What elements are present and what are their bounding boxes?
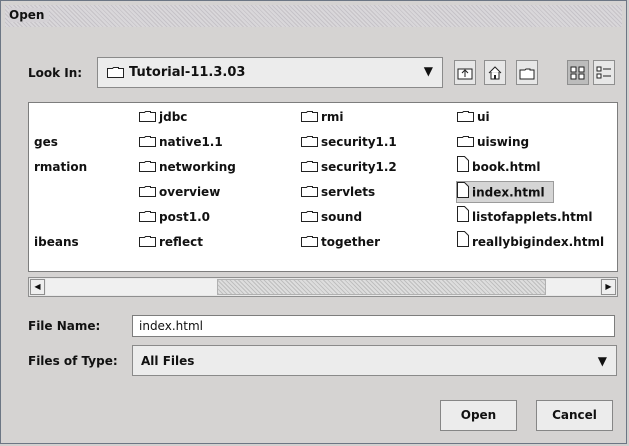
list-item[interactable]: book.html	[457, 156, 541, 178]
folder-icon	[301, 107, 318, 129]
file-icon	[457, 182, 469, 204]
list-item[interactable]: native1.1	[139, 131, 223, 153]
folder-icon	[301, 207, 318, 229]
open-dialog: Open Look In: Tutorial-11.3.03 ▼ ges rma…	[0, 0, 627, 444]
list-item[interactable]: sound	[301, 206, 362, 228]
list-item[interactable]: together	[301, 231, 380, 253]
folder-icon	[139, 232, 156, 254]
list-item[interactable]: rmi	[301, 106, 344, 128]
details-view-button[interactable]	[593, 60, 615, 85]
list-item[interactable]: ibeans	[34, 231, 79, 253]
list-item[interactable]: ges	[34, 131, 58, 153]
list-item[interactable]: ui	[457, 106, 490, 128]
up-folder-button[interactable]	[454, 60, 476, 85]
list-item[interactable]: security1.2	[301, 156, 397, 178]
title-bar[interactable]: Open	[5, 5, 622, 27]
file-icon	[457, 206, 469, 229]
folder-icon	[139, 107, 156, 129]
scroll-thumb[interactable]	[217, 279, 546, 295]
file-icon	[457, 231, 469, 254]
folder-icon	[301, 182, 318, 204]
look-in-label: Look In:	[28, 66, 83, 80]
home-button[interactable]	[484, 60, 506, 85]
file-name-input[interactable]: index.html	[132, 315, 615, 337]
folder-icon	[139, 157, 156, 179]
look-in-value: Tutorial-11.3.03	[129, 65, 246, 80]
look-in-combo[interactable]: Tutorial-11.3.03 ▼	[97, 57, 443, 88]
file-list[interactable]: ges rmation ibeans jdbc native1.1 networ…	[28, 102, 618, 272]
details-view-icon	[596, 66, 611, 78]
files-of-type-select[interactable]: All Files ▼	[132, 345, 617, 376]
list-item[interactable]: jdbc	[139, 106, 187, 128]
file-icon	[457, 156, 469, 179]
folder-icon	[457, 107, 474, 129]
new-folder-icon	[519, 68, 535, 79]
horizontal-scrollbar[interactable]: ◀ ▶	[28, 277, 618, 297]
dropdown-arrow-icon[interactable]: ▼	[424, 64, 433, 78]
list-item[interactable]: networking	[139, 156, 236, 178]
list-view-icon	[570, 66, 585, 79]
open-button[interactable]: Open	[440, 400, 517, 431]
cancel-button[interactable]: Cancel	[536, 400, 613, 431]
list-item[interactable]: reallybigindex.html	[457, 231, 604, 253]
folder-icon	[457, 132, 474, 154]
dialog-title: Open	[9, 8, 50, 22]
list-item-selected[interactable]: index.html	[456, 181, 554, 203]
list-item[interactable]: rmation	[34, 156, 87, 178]
folder-icon	[139, 207, 156, 229]
list-item[interactable]: uiswing	[457, 131, 529, 153]
folder-icon	[139, 182, 156, 204]
folder-icon	[301, 132, 318, 154]
scroll-right-button[interactable]: ▶	[601, 279, 616, 295]
home-icon	[488, 65, 502, 79]
list-item[interactable]: servlets	[301, 181, 375, 203]
list-item[interactable]: security1.1	[301, 131, 397, 153]
scroll-left-button[interactable]: ◀	[30, 279, 45, 295]
folder-icon	[107, 66, 124, 81]
folder-icon	[139, 132, 156, 154]
files-of-type-value: All Files	[141, 354, 195, 368]
dropdown-arrow-icon[interactable]: ▼	[598, 354, 607, 368]
folder-icon	[301, 232, 318, 254]
list-item[interactable]: reflect	[139, 231, 203, 253]
folder-icon	[301, 157, 318, 179]
list-item[interactable]: post1.0	[139, 206, 210, 228]
up-folder-icon	[457, 68, 473, 79]
list-item[interactable]: listofapplets.html	[457, 206, 592, 228]
list-item[interactable]: overview	[139, 181, 220, 203]
new-folder-button[interactable]	[516, 60, 538, 85]
file-name-label: File Name:	[28, 319, 101, 333]
list-view-button[interactable]	[567, 60, 589, 85]
files-of-type-label: Files of Type:	[28, 354, 118, 368]
